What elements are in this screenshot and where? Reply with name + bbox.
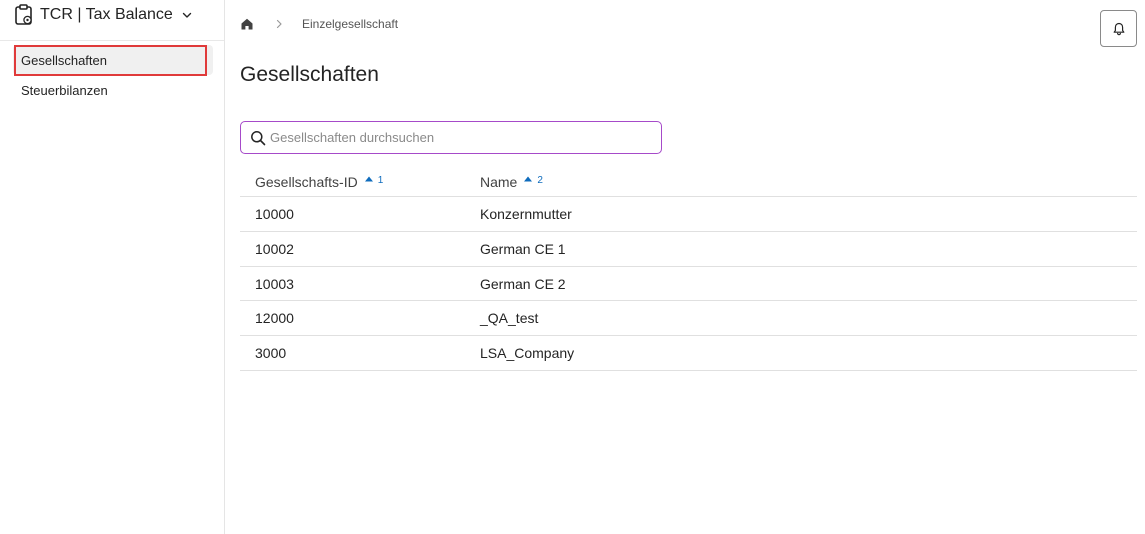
home-icon[interactable] <box>240 16 256 32</box>
search-input[interactable] <box>270 130 650 145</box>
column-header-id[interactable]: Gesellschafts-ID 1 <box>255 174 383 190</box>
cell-name: German CE 1 <box>480 240 566 257</box>
chevron-down-icon <box>181 9 193 21</box>
cell-name: LSA_Company <box>480 345 575 362</box>
table-row[interactable]: 10002 German CE 1 <box>240 232 1137 267</box>
cell-id: 10003 <box>255 275 294 292</box>
sort-ascending-icon <box>364 175 374 183</box>
sidebar-item-label: Gesellschaften <box>21 52 107 68</box>
breadcrumb-current: Einzelgesellschaft <box>302 17 399 31</box>
page-title: Gesellschaften <box>240 63 379 86</box>
cell-id: 10000 <box>255 206 294 222</box>
app-switcher[interactable]: TCR | Tax Balance <box>14 3 193 27</box>
sort-order-number: 1 <box>377 175 384 186</box>
sidebar-item-label: Steuerbilanzen <box>21 82 108 98</box>
notifications-button[interactable] <box>1100 10 1137 47</box>
sidebar-item-gesellschaften[interactable]: Gesellschaften <box>13 45 213 75</box>
table-row[interactable]: 3000 LSA_Company <box>240 336 1137 371</box>
sidebar-item-steuerbilanzen[interactable]: Steuerbilanzen <box>13 75 213 105</box>
search-icon <box>250 130 266 146</box>
sort-ascending-icon <box>523 175 533 183</box>
cell-id: 10002 <box>255 240 294 257</box>
app-root: TCR | Tax Balance Gesellschaften Steuerb… <box>0 0 1145 534</box>
table-row[interactable]: 12000 _QA_test <box>240 301 1137 337</box>
sidebar: TCR | Tax Balance Gesellschaften Steuerb… <box>0 0 225 534</box>
search-box[interactable] <box>240 121 662 154</box>
column-header-name[interactable]: Name 2 <box>480 174 543 190</box>
table-row[interactable]: 10000 Konzernmutter <box>240 197 1137 232</box>
table-header: Gesellschafts-ID 1 Name 2 <box>240 168 1137 197</box>
chevron-right-icon <box>273 18 285 30</box>
app-title: TCR | Tax Balance <box>40 6 173 23</box>
bell-icon <box>1112 22 1126 36</box>
column-header-label: Name <box>480 174 518 190</box>
breadcrumb: Einzelgesellschaft <box>240 14 398 34</box>
cell-name: Konzernmutter <box>480 206 572 222</box>
clipboard-settings-icon <box>14 4 34 26</box>
companies-table: Gesellschafts-ID 1 Name 2 10000 Konzernm… <box>240 168 1137 371</box>
table-row[interactable]: 10003 German CE 2 <box>240 267 1137 302</box>
column-header-label: Gesellschafts-ID <box>255 174 358 190</box>
sort-order-number: 2 <box>537 175 543 186</box>
cell-name: German CE 2 <box>480 275 566 292</box>
sidebar-divider <box>0 40 224 41</box>
cell-id: 3000 <box>255 345 287 362</box>
cell-id: 12000 <box>255 310 294 327</box>
cell-name: _QA_test <box>480 310 539 327</box>
